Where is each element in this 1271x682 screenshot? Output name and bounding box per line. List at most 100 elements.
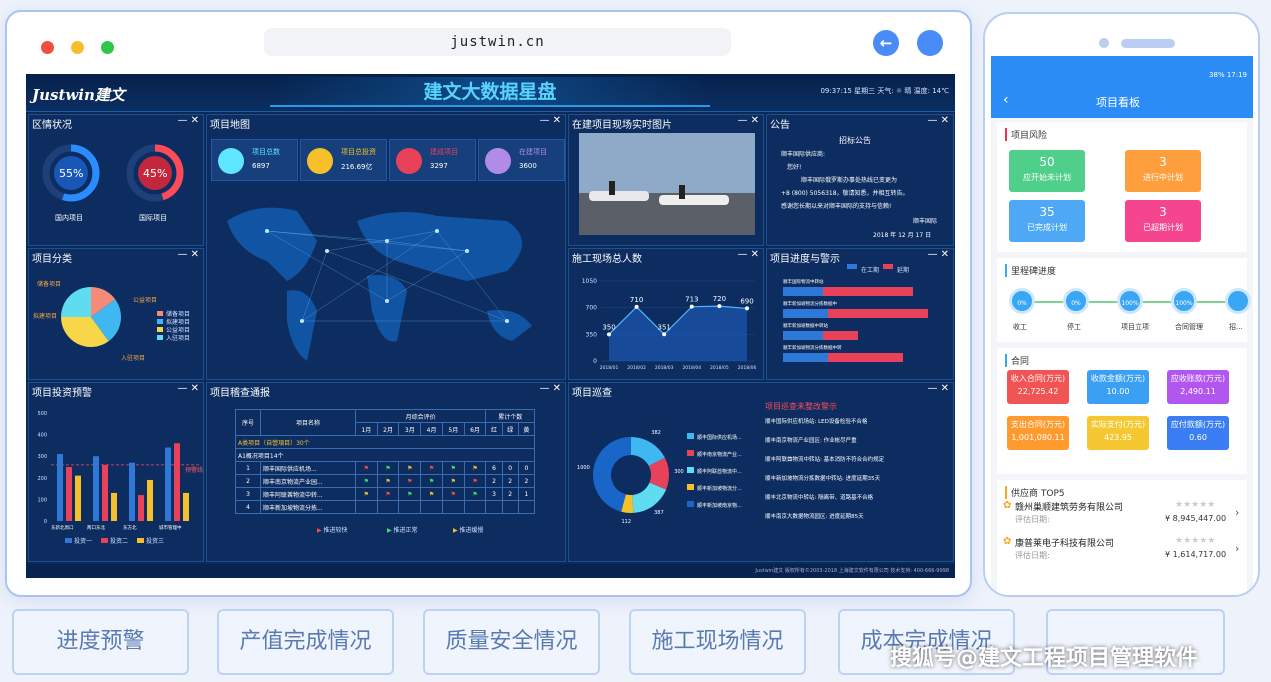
cell-no: 2 — [235, 474, 261, 488]
color-yellow: 黄 — [517, 422, 536, 436]
map-stat-card: 在建项目 3600 — [478, 139, 565, 181]
flag-icon: ⚑ — [428, 464, 435, 472]
month-flag: ⚑ — [398, 461, 422, 475]
map-link — [301, 230, 438, 322]
milestone-node[interactable]: 100% — [1117, 288, 1143, 314]
cell-name: 顺丰阿联酋物流中转... — [259, 487, 356, 501]
contract-tile[interactable]: 收入合同(万元) 22,725.42 — [1007, 370, 1069, 404]
panel-title: 公告 — [770, 120, 790, 131]
minimize-dot[interactable] — [71, 41, 84, 54]
quality-safety-button[interactable]: 质量安全情况 — [423, 609, 600, 675]
y-tick: 100 — [37, 497, 47, 503]
close-dot[interactable] — [41, 41, 54, 54]
panel-controls[interactable]: — ✕ — [737, 115, 759, 126]
milestone-node[interactable] — [1225, 288, 1251, 314]
contract-label: 收款金额(万元) — [1090, 374, 1146, 383]
milestone-node[interactable]: 0% — [1009, 288, 1035, 314]
stat-label: 项目总投资 — [341, 148, 376, 156]
col-name: 项目名称 — [259, 409, 356, 436]
risk-tile[interactable]: 50 应开始未计划 — [1009, 150, 1085, 192]
legend-label: 顺丰南京物流产业... — [697, 452, 742, 458]
risk-card: 项目风险 50 应开始未计划 3 进行中计划 35 已完成计划 3 已超期计划 — [997, 122, 1247, 252]
panel-controls[interactable]: — ✕ — [927, 115, 949, 126]
chevron-right-icon[interactable]: › — [1235, 542, 1239, 555]
data-label: 350 — [602, 323, 615, 331]
stat-value: 3600 — [519, 162, 537, 170]
output-value-button[interactable]: 产值完成情况 — [217, 609, 394, 675]
stat-icon — [307, 148, 333, 174]
contract-value: 1,001,080.11 — [1011, 433, 1065, 442]
risk-tile[interactable]: 3 进行中计划 — [1125, 150, 1201, 192]
month-flag: ⚑ — [420, 487, 443, 501]
contract-value: 2,490.11 — [1180, 387, 1216, 396]
legend-label: 投资二 — [110, 538, 129, 545]
data-label: 710 — [630, 296, 643, 304]
flag-icon: ⚑ — [450, 490, 456, 498]
site-status-button[interactable]: 施工现场情况 — [629, 609, 806, 675]
month-flag — [463, 500, 487, 514]
rating-stars-icon: ★★★★★ — [1175, 500, 1216, 510]
month: 2月 — [376, 422, 400, 436]
panel-controls[interactable]: — ✕ — [539, 383, 561, 394]
maximize-dot[interactable] — [101, 41, 114, 54]
flag-icon: ⚑ — [385, 464, 391, 472]
contract-card: 合同 收入合同(万元) 22,725.42 收款金额(万元) 10.00 应收账款(万元… — [997, 348, 1247, 474]
milestone-node[interactable]: 0% — [1063, 288, 1089, 314]
alert-title: 项目巡查未整改警示 — [765, 402, 837, 411]
menu-icon[interactable] — [917, 30, 943, 56]
progress-bar-ontime — [783, 287, 823, 296]
dashboard-footer: Justwin建文 版权所有©2003-2018 上海建文软件有限公司 技术支持… — [26, 564, 955, 578]
data-label: 713 — [685, 296, 698, 304]
month: 5月 — [441, 422, 465, 436]
slice-value: 112 — [621, 519, 631, 525]
risk-tile[interactable]: 35 已完成计划 — [1009, 200, 1085, 242]
panel-controls[interactable]: — ✕ — [539, 115, 561, 126]
month-flag: ⚑ — [463, 487, 487, 501]
risk-count: 35 — [1039, 205, 1055, 219]
month-flag: ⚑ — [376, 474, 400, 488]
contract-tile[interactable]: 应付款额(万元) 0.60 — [1167, 416, 1229, 450]
dashboard: Justwin建文 建文大数据星盘 09:37:15 星期三 天气: ☼ 晴 温… — [26, 74, 955, 578]
invest-bar — [102, 464, 108, 521]
count-yellow — [517, 500, 536, 514]
contract-tile[interactable]: 支出合同(万元) 1,001,080.11 — [1007, 416, 1069, 450]
back-arrow-icon[interactable]: ‹ — [1003, 92, 1009, 108]
invest-bar — [165, 447, 171, 521]
url-bar[interactable]: justwin.cn — [264, 28, 731, 56]
watermark: 搜狐号@建文工程项目管理软件 — [890, 646, 1199, 671]
notice-sign: 顺丰国际 — [913, 218, 938, 225]
panel-controls[interactable]: — ✕ — [927, 383, 949, 394]
y-tick: 500 — [37, 411, 47, 417]
medal-icon: ✿ — [1003, 536, 1012, 547]
contract-tile[interactable]: 实际支付(万元) 423.95 — [1087, 416, 1149, 450]
contract-value: 423.95 — [1104, 433, 1132, 442]
contract-tile[interactable]: 应收账款(万元) 2,490.11 — [1167, 370, 1229, 404]
progress-warning-button[interactable]: 进度预警 — [12, 609, 189, 675]
map-stat-card: 建成项目 3297 — [389, 139, 476, 181]
patrol-legend-item: 顺丰南京物流产业... — [687, 450, 742, 458]
data-label: 351 — [658, 323, 671, 331]
risk-tile[interactable]: 3 已超期计划 — [1125, 200, 1201, 242]
stat-value: 6897 — [252, 162, 270, 170]
category-legend-item: 入驻项目 — [157, 333, 190, 342]
phone-header: 38% 17:19 ‹ 项目看板 — [991, 56, 1253, 118]
col-total: 累计个数 — [485, 409, 535, 423]
invest-legend-item: 投资三 — [137, 536, 164, 545]
milestone-node[interactable]: 100% — [1171, 288, 1197, 314]
month-flag: ⚑ — [398, 487, 422, 501]
data-label: 720 — [713, 295, 726, 303]
back-icon[interactable]: ← — [873, 30, 899, 56]
card-title: 合同 — [1005, 354, 1029, 367]
month: 4月 — [420, 422, 443, 436]
legend-label: 投资三 — [146, 538, 165, 545]
contract-tile[interactable]: 收款金额(万元) 10.00 — [1087, 370, 1149, 404]
col-monthly: 月综合评价 — [354, 409, 487, 423]
chevron-right-icon[interactable]: › — [1235, 506, 1239, 519]
y-tick: 350 — [586, 331, 598, 338]
panel-map: 项目地图 — ✕ 项目总数 6897 项目总投资 216.69亿 建成项目 3297 在建项… — [206, 114, 566, 380]
cell-no: 4 — [235, 500, 261, 514]
progress-bar-label: 顺丰新加坡物流分拣数据中转 — [783, 346, 842, 351]
progress-bar-label: 顺丰新加坡物流分拣数据中 — [783, 302, 837, 307]
milestone-card: 里程碑进度 0% 收工 0% 停工 100% 项目立项 100% 合同管理 招... — [997, 258, 1251, 342]
data-point — [634, 304, 639, 309]
